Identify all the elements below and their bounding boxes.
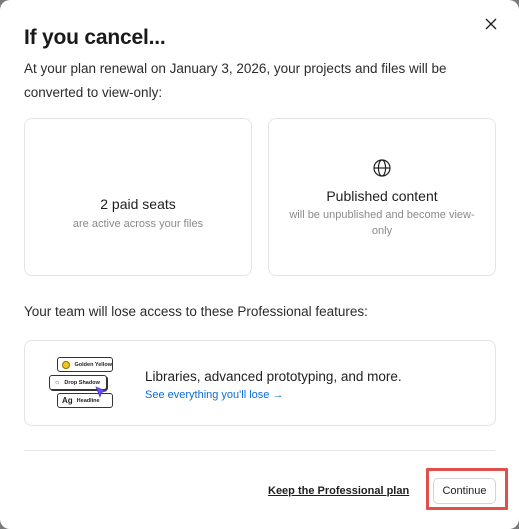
- footer-divider: [24, 450, 495, 451]
- text-style-icon: Ag: [62, 396, 73, 405]
- cancel-plan-dialog: If you cancel... At your plan renewal on…: [0, 0, 519, 529]
- continue-button[interactable]: Continue: [433, 478, 496, 504]
- paid-seats-card: 2 paid seats are active across your file…: [24, 118, 252, 276]
- professional-features-card: Golden Yellow ☼ Drop Shadow Ag Headline …: [24, 340, 496, 426]
- keep-professional-plan-link[interactable]: Keep the Professional plan: [268, 485, 409, 497]
- features-headline: Libraries, advanced prototyping, and mor…: [145, 369, 402, 384]
- drop-shadow-label: Drop Shadow: [64, 379, 100, 386]
- globe-icon: [373, 159, 391, 177]
- close-button[interactable]: [481, 14, 501, 34]
- published-content-card: Published content will be unpublished an…: [268, 118, 496, 276]
- features-label: Your team will lose access to these Prof…: [24, 304, 368, 319]
- published-content-heading: Published content: [326, 188, 438, 204]
- golden-yellow-style-chip: Golden Yellow: [57, 357, 113, 372]
- dialog-title: If you cancel...: [24, 26, 166, 49]
- golden-yellow-label: Golden Yellow: [74, 361, 113, 368]
- published-content-description: will be unpublished and become view-only: [289, 209, 475, 237]
- headline-label: Headline: [76, 397, 100, 404]
- close-icon: [485, 18, 497, 30]
- effect-icon: ☼: [54, 379, 61, 386]
- color-swatch-icon: [62, 360, 70, 369]
- see-everything-link[interactable]: See everything you'll lose →: [145, 389, 283, 401]
- features-illustration: Golden Yellow ☼ Drop Shadow Ag Headline: [49, 356, 121, 412]
- dialog-subtitle: At your plan renewal on January 3, 2026,…: [24, 61, 447, 100]
- paid-seats-heading: 2 paid seats: [100, 196, 176, 212]
- cursor-icon: [95, 386, 107, 398]
- paid-seats-description: are active across your files: [72, 218, 204, 230]
